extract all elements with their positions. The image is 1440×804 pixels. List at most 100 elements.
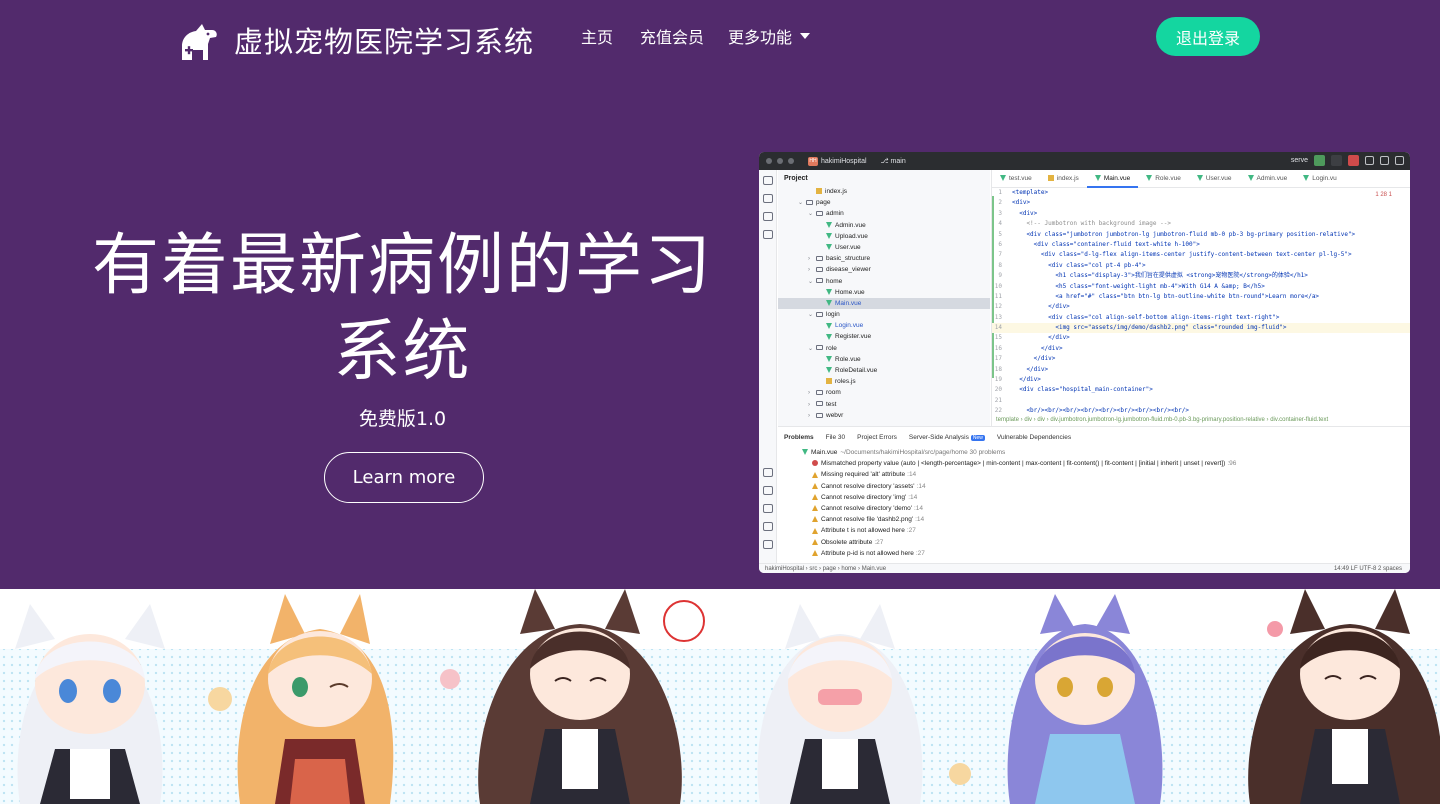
tree-item[interactable]: ⌄ home	[778, 276, 990, 287]
editor-tab[interactable]: Admin.vue	[1240, 170, 1296, 188]
tree-item[interactable]: Home.vue	[778, 287, 990, 298]
tree-item[interactable]: › basic_structure	[778, 253, 990, 264]
tree-item[interactable]: › disease_viewer	[778, 264, 990, 275]
problems-tab[interactable]: Vulnerable Dependencies	[991, 434, 1077, 441]
editor-tab[interactable]: test.vue	[992, 170, 1040, 188]
problem-item[interactable]: Cannot resolve directory 'assets':14	[802, 481, 1410, 492]
nav-vip-link[interactable]: 充值会员	[640, 24, 704, 48]
code-line[interactable]: 20 <div class="hospital_main-container">	[992, 385, 1410, 395]
editor-tab[interactable]: User.vue	[1189, 170, 1240, 188]
mascot-purple-hair	[1007, 594, 1163, 804]
problem-file-name: Main.vue	[811, 449, 838, 456]
tree-item[interactable]: roles.js	[778, 376, 990, 387]
tree-item[interactable]: Role.vue	[778, 354, 990, 365]
new-badge: New	[970, 434, 985, 441]
tree-item[interactable]: RoleDetail.vue	[778, 365, 990, 376]
folder-file-icon	[816, 278, 823, 284]
error-icon	[812, 460, 818, 467]
problems-tab[interactable]: Project Errors	[851, 434, 903, 441]
editor-tab[interactable]: index.js	[1040, 170, 1087, 188]
code-line[interactable]: 15 </div>	[992, 333, 1410, 343]
brand[interactable]: 虚拟宠物医院学习系统	[172, 16, 534, 64]
tree-item[interactable]: › webvr	[778, 410, 990, 421]
problem-item[interactable]: Cannot resolve directory 'demo':14	[802, 503, 1410, 514]
tree-item[interactable]: User.vue	[778, 242, 990, 253]
tree-item-label: basic_structure	[826, 255, 871, 263]
code-line[interactable]: 5 <div class="jumbotron jumbotron-lg jum…	[992, 230, 1410, 240]
editor-tabs: test.vue index.js Main.vue Role.vue User.vue…	[992, 170, 1410, 188]
learn-more-button[interactable]: Learn more	[324, 452, 484, 503]
editor-tab[interactable]: Login.vu	[1295, 170, 1345, 188]
problem-line: :96	[1227, 460, 1237, 468]
code-line[interactable]: 6 <div class="container-fluid text-white…	[992, 240, 1410, 250]
problem-text: Mismatched property value (auto | <lengt…	[821, 460, 1226, 468]
code-line[interactable]: 4 <!-- Jumbotron with background image -…	[992, 219, 1410, 229]
stop-icon	[1348, 155, 1359, 166]
tree-item[interactable]: ⌄ login	[778, 309, 990, 320]
code-text: <div class="container-fluid text-white h…	[1012, 240, 1200, 248]
problem-item[interactable]: Missing required 'alt' attribute:14	[802, 469, 1410, 480]
cookie-deco	[949, 763, 971, 785]
problem-item[interactable]: Obsolete attribute:27	[802, 537, 1410, 548]
code-line[interactable]: 9 <h1 class="display-3">我们旨在提供虚拟 <strong…	[992, 271, 1410, 281]
problems-tab[interactable]: Problems	[778, 434, 820, 441]
nav-home-link[interactable]: 主页	[581, 24, 613, 48]
git-icon	[763, 540, 773, 549]
code-line[interactable]: 19 </div>	[992, 375, 1410, 385]
code-line[interactable]: 7 <div class="d-lg-flex align-items-cent…	[992, 250, 1410, 260]
line-number: 17	[994, 355, 1002, 363]
problem-item[interactable]: Mismatched property value (auto | <lengt…	[802, 458, 1410, 469]
project-tree: index.js ⌄ page ⌄ admin Admin.vue Upload.vue Us…	[778, 186, 990, 421]
code-text: </div>	[1012, 334, 1070, 342]
terminal-icon	[763, 504, 773, 513]
problem-item[interactable]: Cannot resolve file 'dashb2.png':14	[802, 514, 1410, 525]
folder-file-icon	[816, 311, 823, 317]
code-line[interactable]: 10 <h5 class="font-weight-light mb-4">Wi…	[992, 282, 1410, 292]
code-line[interactable]: 8 <div class="col pt-4 pb-4">	[992, 261, 1410, 271]
tree-item[interactable]: Register.vue	[778, 331, 990, 342]
tree-item[interactable]: › room	[778, 387, 990, 398]
problem-item[interactable]: Attribute t is not allowed here:27	[802, 525, 1410, 536]
ide-titlebar: HH hakimiHospital ⎇ main serve	[759, 152, 1410, 170]
code-line[interactable]: 12 </div>	[992, 302, 1410, 312]
code-line[interactable]: 14 <img src="assets/img/demo/dashb2.png"…	[992, 323, 1410, 334]
tree-item-label: Register.vue	[835, 333, 872, 341]
tree-item[interactable]: Main.vue	[778, 297, 990, 310]
code-text: <h5 class="font-weight-light mb-4">With …	[1012, 282, 1265, 290]
code-line[interactable]: 21	[992, 396, 1410, 406]
warning-icon	[812, 527, 818, 534]
tree-item[interactable]: ⌄ admin	[778, 208, 990, 219]
tree-item[interactable]: ⌄ role	[778, 343, 990, 354]
code-line[interactable]: 16 </div>	[992, 344, 1410, 354]
line-number: 7	[998, 251, 1002, 259]
tree-item[interactable]: › test	[778, 399, 990, 410]
tree-item[interactable]: index.js	[778, 186, 990, 197]
nav-more-dropdown[interactable]: 更多功能	[728, 24, 811, 48]
tree-item[interactable]: ⌄ page	[778, 197, 990, 208]
code-line[interactable]: 17 </div>	[992, 354, 1410, 364]
tree-item[interactable]: Upload.vue	[778, 231, 990, 242]
editor-tab[interactable]: Role.vue	[1138, 170, 1189, 188]
logout-button[interactable]: 退出登录	[1156, 17, 1260, 56]
problems-tab[interactable]: Server-Side Analysis New	[903, 434, 991, 441]
problems-tab[interactable]: File 30	[820, 434, 852, 441]
problems-icon	[763, 522, 773, 531]
editor-tab[interactable]: Main.vue	[1086, 170, 1139, 188]
code-line[interactable]: 13 <div class="col align-self-bottom ali…	[992, 313, 1410, 323]
problem-line: :14	[914, 504, 924, 512]
tree-item-label: disease_viewer	[826, 266, 871, 274]
status-path: hakimiHospital › src › page › home › Mai…	[765, 566, 887, 572]
tree-item-label: Main.vue	[835, 299, 862, 307]
tree-item[interactable]: Login.vue	[778, 320, 990, 331]
tree-item-label: Role.vue	[835, 355, 861, 363]
code-line[interactable]: 1 <template>	[992, 188, 1410, 198]
code-line[interactable]: 3 <div>	[992, 209, 1410, 219]
line-number: 3	[998, 209, 1002, 217]
code-line[interactable]: 2 <div>	[992, 198, 1410, 208]
problem-item[interactable]: Cannot resolve directory 'img':14	[802, 492, 1410, 503]
tree-item-label: User.vue	[835, 243, 861, 251]
problem-item[interactable]: Attribute p-id is not allowed here:27	[802, 548, 1410, 559]
tree-item[interactable]: Admin.vue	[778, 220, 990, 231]
code-line[interactable]: 18 </div>	[992, 365, 1410, 375]
code-line[interactable]: 11 <a href="#" class="btn btn-lg btn-out…	[992, 292, 1410, 302]
